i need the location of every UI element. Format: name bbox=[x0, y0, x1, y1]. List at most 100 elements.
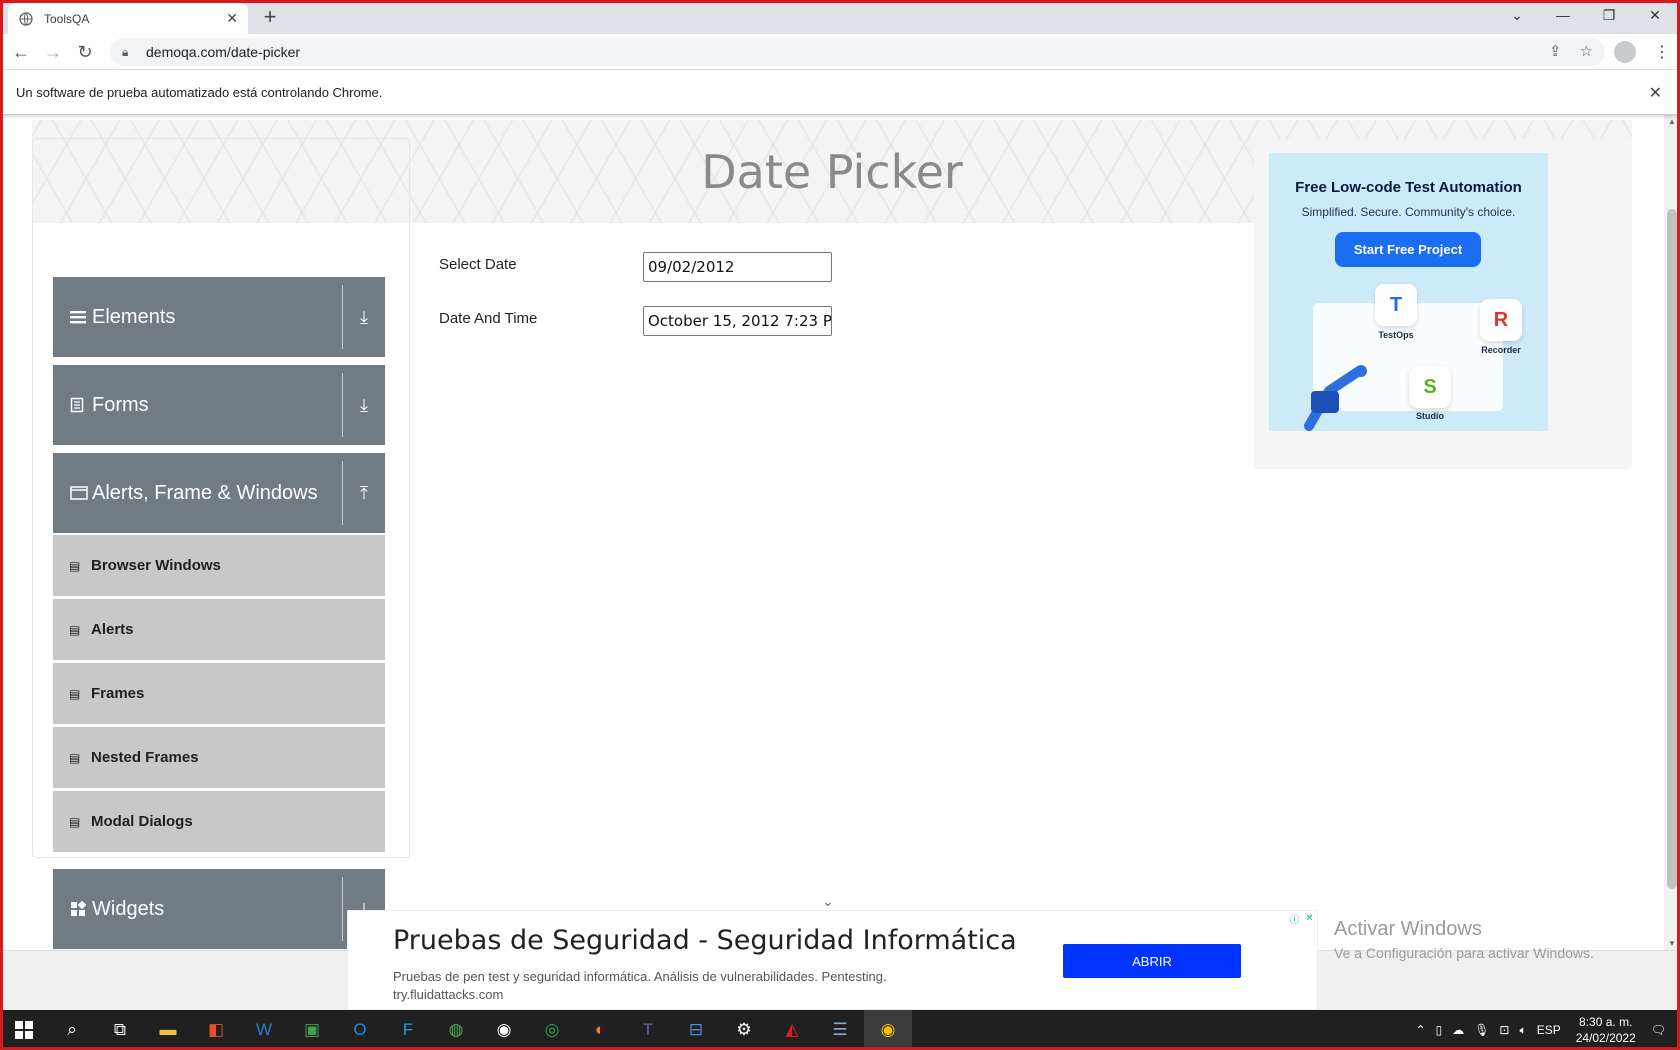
window-controls: ⌄ — ❐ ✕ bbox=[1494, 0, 1678, 30]
close-tab-icon[interactable]: ✕ bbox=[226, 10, 238, 27]
menu-kebab-icon[interactable]: ⋮ bbox=[1654, 42, 1670, 62]
url-field[interactable]: 🔒︎ demoqa.com/date-picker ⇪ ☆ bbox=[110, 38, 1605, 66]
select-date-input[interactable]: 09/02/2012 bbox=[643, 252, 832, 282]
bottom-ad-url: try.fluidattacks.com bbox=[393, 987, 504, 1002]
upload-arrow-icon[interactable]: ⤒ bbox=[343, 483, 385, 504]
hamburger-icon bbox=[70, 310, 88, 324]
tray-time: 8:30 a. m. bbox=[1579, 1015, 1633, 1029]
watermark-title: Activar Windows bbox=[1334, 918, 1482, 940]
bottom-ad[interactable]: Pruebas de Seguridad - Seguridad Informá… bbox=[347, 910, 1318, 1010]
recorder-app-icon: R bbox=[1480, 299, 1522, 341]
pdf-reader-icon[interactable]: ◭ bbox=[768, 1010, 816, 1050]
settings-gear-icon[interactable]: ⚙ bbox=[720, 1010, 768, 1050]
bookmark-icon: ▤ bbox=[69, 750, 81, 765]
tray-onedrive-icon[interactable]: ☁ bbox=[1452, 1023, 1464, 1037]
chrome-icon[interactable]: ◉ bbox=[864, 1010, 912, 1050]
ad-info-icon[interactable]: ⓘ bbox=[1287, 911, 1302, 926]
notifications-icon[interactable]: 🗨︎ bbox=[1651, 1023, 1666, 1037]
chevron-down-icon[interactable]: ⌄ bbox=[822, 893, 834, 910]
forward-icon[interactable]: → bbox=[42, 42, 64, 63]
studio-app-icon: S bbox=[1409, 366, 1451, 408]
tray-microphone-icon[interactable]: 🎙︎ bbox=[1474, 1023, 1489, 1037]
accordion-label: Forms bbox=[92, 393, 149, 416]
automation-infobar: Un software de prueba automatizado está … bbox=[0, 71, 1680, 115]
accordion-label: Elements bbox=[92, 305, 176, 328]
menu-item-label: Modal Dialogs bbox=[91, 813, 193, 830]
activate-windows-watermark: Activar Windows Ve a Configuración para … bbox=[1334, 918, 1594, 961]
menu-item-label: Alerts bbox=[91, 621, 134, 638]
chrome-canary-icon[interactable]: ◎ bbox=[528, 1010, 576, 1050]
accordion-forms[interactable]: Forms ⤓ bbox=[53, 365, 385, 445]
reload-icon[interactable]: ↻ bbox=[74, 42, 96, 63]
accordion-elements[interactable]: Elements ⤓ bbox=[53, 277, 385, 357]
studio-label: Studio bbox=[1416, 411, 1444, 421]
restore-button[interactable]: ❐ bbox=[1586, 7, 1632, 24]
page-title: Date Picker bbox=[701, 144, 963, 199]
globe-icon bbox=[18, 11, 34, 27]
menu-item-alerts[interactable]: ▤ Alerts bbox=[53, 598, 385, 660]
menu-item-label: Browser Windows bbox=[91, 557, 221, 574]
profile-avatar[interactable] bbox=[1614, 41, 1636, 63]
teams-icon[interactable]: T bbox=[624, 1010, 672, 1050]
right-ad-card[interactable]: Free Low-code Test Automation Simplified… bbox=[1269, 153, 1548, 431]
browser-tab[interactable]: ToolsQA ✕ bbox=[8, 3, 248, 34]
ad-choices[interactable]: ⓘ ✕ bbox=[1287, 911, 1317, 926]
bottom-ad-headline[interactable]: Pruebas de Seguridad - Seguridad Informá… bbox=[393, 925, 1017, 956]
scroll-down-icon[interactable]: ▼ bbox=[1668, 939, 1676, 948]
date-and-time-input[interactable]: October 15, 2012 7:23 PM bbox=[643, 306, 832, 336]
menu-item-nested-frames[interactable]: ▤ Nested Frames bbox=[53, 726, 385, 788]
app-f-icon[interactable]: F bbox=[384, 1010, 432, 1050]
start-free-project-button[interactable]: Start Free Project bbox=[1335, 232, 1481, 267]
robot-arm-icon bbox=[1304, 365, 1367, 431]
close-window-button[interactable]: ✕ bbox=[1632, 7, 1678, 24]
accordion-alerts-frame-windows[interactable]: Alerts, Frame & Windows ⤒ bbox=[53, 453, 385, 533]
url-text: demoqa.com/date-picker bbox=[146, 44, 301, 60]
tray-network-icon[interactable]: ⊡ bbox=[1499, 1023, 1509, 1037]
testops-app-icon: T bbox=[1375, 284, 1417, 326]
tray-clock[interactable]: 8:30 a. m. 24/02/2022 bbox=[1576, 1014, 1636, 1046]
system-tray: ⌃ ▯ ☁ 🎙︎ ⊡ 🔈︎ ESP 8:30 a. m. 24/02/2022 … bbox=[1411, 1010, 1680, 1050]
download-arrow-icon[interactable]: ⤓ bbox=[343, 307, 385, 328]
bottom-ad-description: Pruebas de pen test y seguridad informát… bbox=[393, 969, 887, 984]
abrir-button[interactable]: ABRIR bbox=[1063, 944, 1241, 978]
tab-search-icon[interactable]: ⌄ bbox=[1494, 7, 1540, 24]
tray-date: 24/02/2022 bbox=[1575, 1031, 1636, 1045]
tray-language[interactable]: ESP bbox=[1537, 1023, 1561, 1037]
new-tab-button[interactable]: + bbox=[258, 4, 282, 29]
project-icon[interactable]: ▣ bbox=[288, 1010, 336, 1050]
scroll-up-icon[interactable]: ▲ bbox=[1668, 117, 1676, 126]
browser-w-icon[interactable]: ◉ bbox=[480, 1010, 528, 1050]
word-icon[interactable]: W bbox=[240, 1010, 288, 1050]
tray-device-icon[interactable]: ▯ bbox=[1436, 1023, 1443, 1037]
file-explorer-icon[interactable]: ▬ bbox=[144, 1010, 192, 1050]
app-stripes-icon[interactable]: ☰ bbox=[816, 1010, 864, 1050]
firefox-icon[interactable]: ◐ bbox=[576, 1010, 624, 1050]
ad-subtitle: Simplified. Secure. Community's choice. bbox=[1301, 205, 1516, 219]
windows-start-icon[interactable] bbox=[0, 1010, 48, 1050]
address-bar: ← → ↻ 🔒︎ demoqa.com/date-picker ⇪ ☆ bbox=[0, 34, 1680, 70]
inbox-icon[interactable]: ⊟ bbox=[672, 1010, 720, 1050]
search-icon[interactable]: ⌕ bbox=[48, 1010, 96, 1050]
office-icon[interactable]: ◧ bbox=[192, 1010, 240, 1050]
tray-volume-icon[interactable]: 🔈︎ bbox=[1519, 1023, 1526, 1038]
menu-item-modal-dialogs[interactable]: ▤ Modal Dialogs bbox=[53, 790, 385, 852]
ad-close-icon[interactable]: ✕ bbox=[1302, 911, 1317, 926]
lock-icon: 🔒︎ bbox=[122, 44, 129, 59]
task-view-icon[interactable]: ⧉ bbox=[96, 1010, 144, 1050]
menu-item-browser-windows[interactable]: ▤ Browser Windows bbox=[53, 534, 385, 596]
menu-item-frames[interactable]: ▤ Frames bbox=[53, 662, 385, 724]
outlook-icon[interactable]: O bbox=[336, 1010, 384, 1050]
page-scrollbar[interactable]: ▲ ▼ bbox=[1664, 115, 1680, 950]
close-infobar-icon[interactable]: ✕ bbox=[1649, 83, 1662, 103]
scrollbar-thumb[interactable] bbox=[1667, 209, 1677, 889]
infobar-text: Un software de prueba automatizado está … bbox=[16, 85, 383, 100]
accordion-label: Widgets bbox=[92, 897, 165, 920]
minimize-button[interactable]: — bbox=[1540, 7, 1586, 23]
back-icon[interactable]: ← bbox=[10, 42, 32, 63]
tray-chevron-up-icon[interactable]: ⌃ bbox=[1416, 1023, 1426, 1037]
star-icon[interactable]: ☆ bbox=[1580, 42, 1593, 60]
download-arrow-icon[interactable]: ⤓ bbox=[343, 395, 385, 416]
accordion-widgets[interactable]: Widgets ⤓ bbox=[53, 869, 385, 949]
globe-app-icon[interactable]: ◍ bbox=[432, 1010, 480, 1050]
share-icon[interactable]: ⇪ bbox=[1549, 42, 1562, 60]
